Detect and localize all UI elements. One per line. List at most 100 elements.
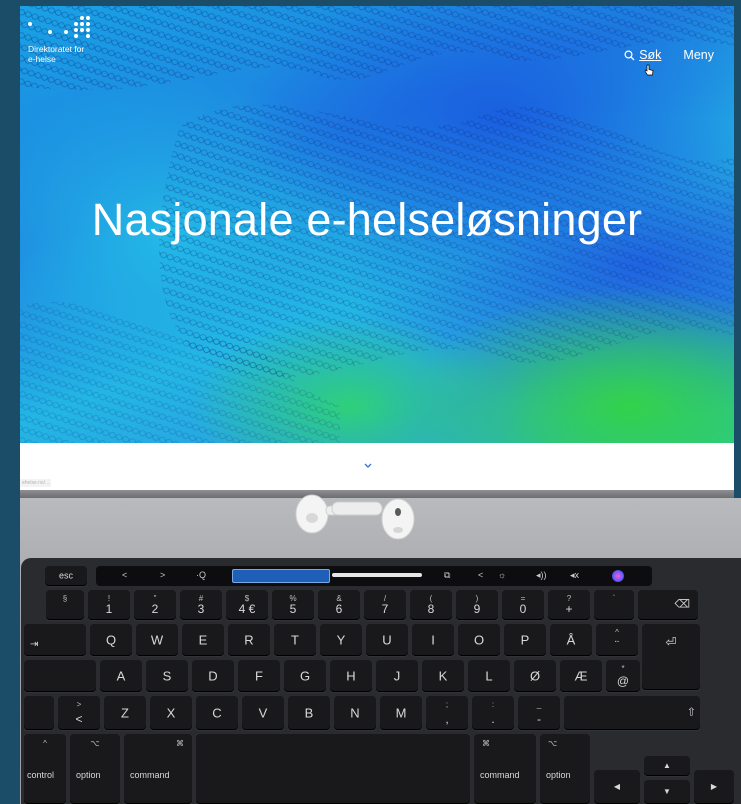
key-e[interactable]: E xyxy=(182,624,224,656)
mute-icon[interactable]: ◂x xyxy=(570,570,579,581)
arrow-down-key[interactable]: ▼ xyxy=(644,780,690,804)
key-asterisk[interactable]: * @ xyxy=(606,660,640,692)
backspace-icon: ⌫ xyxy=(674,598,690,611)
hero-title: Nasjonale e-helseløsninger xyxy=(91,194,643,245)
logo-dots-icon xyxy=(28,16,98,42)
back-arrow-icon[interactable]: < xyxy=(122,570,127,580)
space-bar[interactable] xyxy=(196,734,470,804)
arrow-left-icon: ◀ xyxy=(613,782,621,791)
arrow-up-key[interactable]: ▲ xyxy=(644,756,690,776)
key-6[interactable]: & 6 xyxy=(318,590,360,620)
key-k[interactable]: K xyxy=(422,660,464,692)
key-x[interactable]: X xyxy=(150,696,192,730)
key-a-ring[interactable]: Å xyxy=(550,624,592,656)
key-f[interactable]: F xyxy=(238,660,280,692)
key-y[interactable]: Y xyxy=(320,624,362,656)
key-period[interactable]: :. xyxy=(472,696,514,730)
address-bar-thumbnail[interactable] xyxy=(232,569,330,583)
search-link[interactable]: Søk xyxy=(624,48,661,62)
key-5[interactable]: % 5 xyxy=(272,590,314,620)
tab-thumbnails[interactable] xyxy=(332,573,422,577)
key-h[interactable]: H xyxy=(330,660,372,692)
key-u[interactable]: U xyxy=(366,624,408,656)
shift-right-key[interactable]: ⇧ xyxy=(564,696,700,730)
hand-cursor-icon xyxy=(644,64,654,76)
caps-lock-key[interactable] xyxy=(24,660,96,692)
key-c[interactable]: C xyxy=(196,696,238,730)
key-acute[interactable]: ` xyxy=(594,590,634,620)
siri-icon[interactable] xyxy=(612,570,624,582)
arrow-left-key[interactable]: ◀ xyxy=(594,770,640,804)
key-o-slash[interactable]: Ø xyxy=(514,660,556,692)
tab-key[interactable]: ⇥ xyxy=(24,624,86,656)
forward-arrow-icon[interactable]: > xyxy=(160,570,165,580)
key-7[interactable]: / 7 xyxy=(364,590,406,620)
key-s[interactable]: S xyxy=(146,660,188,692)
return-key[interactable]: ⏎ xyxy=(642,624,700,690)
logo[interactable]: Direktoratet for e-helse xyxy=(28,16,98,64)
backspace-key[interactable]: ⌫ xyxy=(638,590,698,620)
command-right-key[interactable]: ⌘ command xyxy=(474,734,536,804)
key-a[interactable]: A xyxy=(100,660,142,692)
brightness-icon[interactable]: ☼ xyxy=(498,570,506,580)
key-r[interactable]: R xyxy=(228,624,270,656)
key-d[interactable]: D xyxy=(192,660,234,692)
control-caret-icon: ^ xyxy=(43,739,47,748)
touch-bar[interactable]: < > ·Q ⧉ < ☼ ◂)) ◂x xyxy=(96,566,652,586)
key-n[interactable]: N xyxy=(334,696,376,730)
key-j[interactable]: J xyxy=(376,660,418,692)
key-8[interactable]: ( 8 xyxy=(410,590,452,620)
key-comma[interactable]: ;, xyxy=(426,696,468,730)
key-z[interactable]: Z xyxy=(104,696,146,730)
arrow-down-icon: ▼ xyxy=(663,787,671,796)
window-icon[interactable]: ⧉ xyxy=(444,570,450,581)
key-section[interactable]: § xyxy=(46,590,84,620)
key-2[interactable]: " 2 xyxy=(134,590,176,620)
volume-icon[interactable]: ◂)) xyxy=(536,570,547,581)
expand-left-icon[interactable]: < xyxy=(478,570,483,580)
arrow-right-key[interactable]: ▶ xyxy=(694,770,734,804)
key-less-greater[interactable]: > < xyxy=(58,696,100,730)
touchbar-search-icon[interactable]: ·Q xyxy=(196,570,206,580)
org-name-line2: e-helse xyxy=(28,54,56,64)
option-left-key[interactable]: ⌥ option xyxy=(70,734,120,804)
return-icon: ⏎ xyxy=(665,634,677,650)
key-caret[interactable]: ^ ¨ xyxy=(596,624,638,656)
airpod-stem-icon xyxy=(331,501,383,516)
key-0[interactable]: = 0 xyxy=(502,590,544,620)
key-l[interactable]: L xyxy=(468,660,510,692)
shift-icon: ⇧ xyxy=(686,706,696,719)
key-t[interactable]: T xyxy=(274,624,316,656)
key-w[interactable]: W xyxy=(136,624,178,656)
key-v[interactable]: V xyxy=(242,696,284,730)
key-dash[interactable]: _ - xyxy=(518,696,560,730)
option-right-key[interactable]: ⌥ option xyxy=(540,734,590,804)
key-i[interactable]: I xyxy=(412,624,454,656)
key-9[interactable]: ) 9 xyxy=(456,590,498,620)
key-p[interactable]: P xyxy=(504,624,546,656)
key-g[interactable]: G xyxy=(284,660,326,692)
key-b[interactable]: B xyxy=(288,696,330,730)
command-left-key[interactable]: ⌘ command xyxy=(124,734,192,804)
search-icon xyxy=(624,49,635,60)
key-o[interactable]: O xyxy=(458,624,500,656)
shift-left-key[interactable] xyxy=(24,696,54,730)
org-name: Direktoratet for e-helse xyxy=(28,44,98,64)
esc-key[interactable]: esc xyxy=(45,566,87,586)
top-nav: Søk Meny xyxy=(624,48,714,62)
key-ae[interactable]: Æ xyxy=(560,660,602,692)
key-1[interactable]: ! 1 xyxy=(88,590,130,620)
tab-icon: ⇥ xyxy=(30,639,39,650)
key-q[interactable]: Q xyxy=(90,624,132,656)
laptop-bezel xyxy=(20,490,734,498)
browser-viewport: Direktoratet for e-helse Søk Meny Nasjon… xyxy=(20,6,734,443)
page-strip: ehelse.no/... xyxy=(20,443,734,490)
key-4[interactable]: $ 4 € xyxy=(226,590,268,620)
chevron-down-icon[interactable] xyxy=(362,461,374,471)
key-3[interactable]: # 3 xyxy=(180,590,222,620)
search-label: Søk xyxy=(639,48,662,62)
control-key[interactable]: ^ control xyxy=(24,734,66,804)
menu-button[interactable]: Meny xyxy=(683,48,714,62)
key-m[interactable]: M xyxy=(380,696,422,730)
key-plus[interactable]: ? + xyxy=(548,590,590,620)
